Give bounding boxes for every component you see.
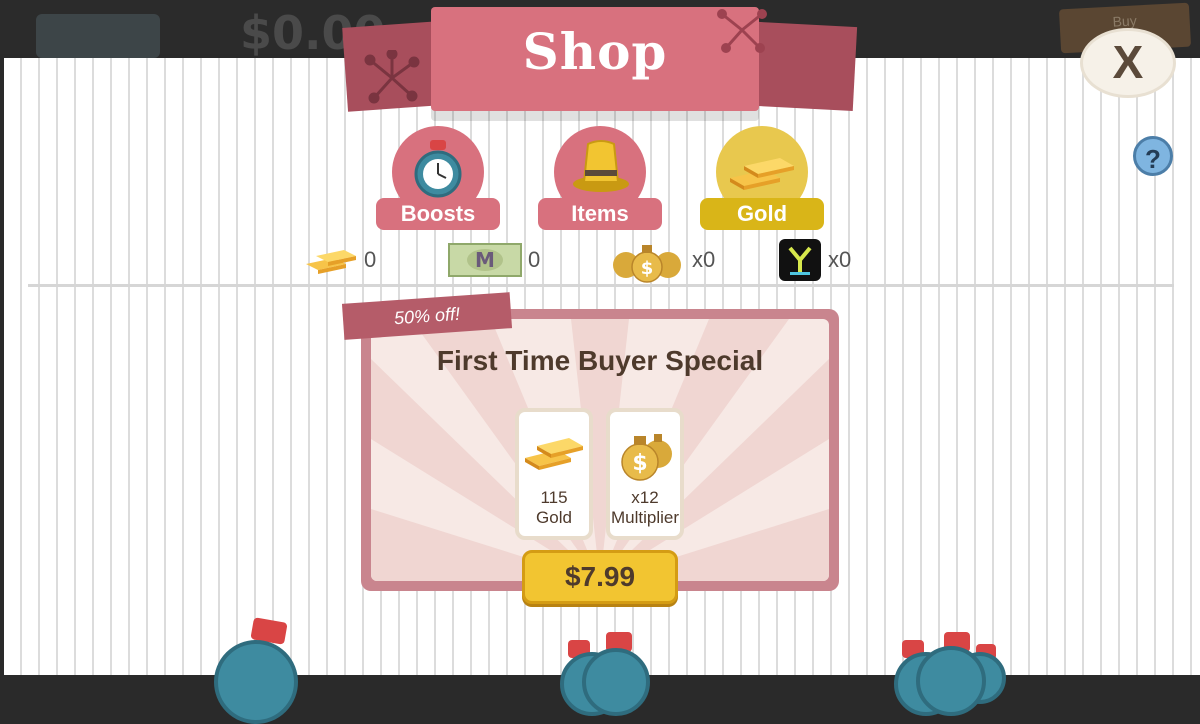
resource-y-badge-value: x0	[828, 247, 852, 272]
stopwatch-icon	[214, 640, 298, 724]
resource-megabucks-value: 0	[528, 247, 541, 272]
offer-item-gold-amount: 115	[540, 488, 568, 507]
gold-bars-icon	[730, 158, 794, 190]
top-hat-icon	[573, 140, 629, 192]
tab-items-label: Items	[538, 198, 662, 230]
resource-y-badge: x0	[778, 239, 852, 281]
offer-card: First Time Buyer Special	[361, 309, 839, 591]
resource-megabucks: M 0	[448, 240, 540, 280]
help-button[interactable]: ?	[1133, 136, 1173, 176]
offer-item-multiplier: $ x12 Multiplier	[606, 408, 684, 540]
close-button[interactable]: X	[1080, 28, 1176, 98]
svg-text:M: M	[475, 248, 495, 272]
gold-bars-icon	[525, 438, 583, 470]
resource-gold: 0	[304, 240, 376, 280]
divider	[28, 284, 1174, 287]
money-bags-icon: $	[613, 245, 681, 283]
resource-multiplier: $ x0	[610, 240, 716, 283]
gold-bars-icon	[306, 250, 356, 274]
tab-gold[interactable]: Gold	[700, 126, 824, 230]
offer-item-gold: 115 Gold	[515, 408, 593, 540]
svg-text:$: $	[641, 258, 654, 279]
svg-text:$: $	[632, 451, 647, 476]
megabucks-bill-icon: M	[448, 243, 522, 277]
tab-items[interactable]: Items	[538, 126, 662, 230]
page-title: Shop	[522, 22, 668, 81]
offer-title: First Time Buyer Special	[436, 345, 764, 376]
tab-gold-label: Gold	[700, 198, 824, 230]
stopwatch-icon	[414, 140, 462, 198]
tab-boosts-label: Boosts	[376, 198, 500, 230]
offer-item-gold-name: Gold	[536, 508, 572, 527]
resource-multiplier-value: x0	[692, 247, 716, 272]
money-bags-icon: $	[621, 434, 672, 481]
purchase-button[interactable]: $7.99	[522, 550, 678, 604]
offer-item-multiplier-amount: x12	[631, 488, 659, 507]
starburst-icon	[364, 50, 420, 104]
background-avatar	[36, 14, 160, 58]
stopwatch-icon	[916, 646, 986, 716]
stopwatch-icon	[582, 648, 650, 716]
y-badge-icon	[779, 239, 821, 281]
offer-card-inner: First Time Buyer Special	[371, 319, 829, 581]
resource-gold-value: 0	[364, 247, 377, 272]
offer-item-multiplier-name: Multiplier	[610, 508, 680, 527]
tab-boosts[interactable]: Boosts	[376, 126, 500, 230]
